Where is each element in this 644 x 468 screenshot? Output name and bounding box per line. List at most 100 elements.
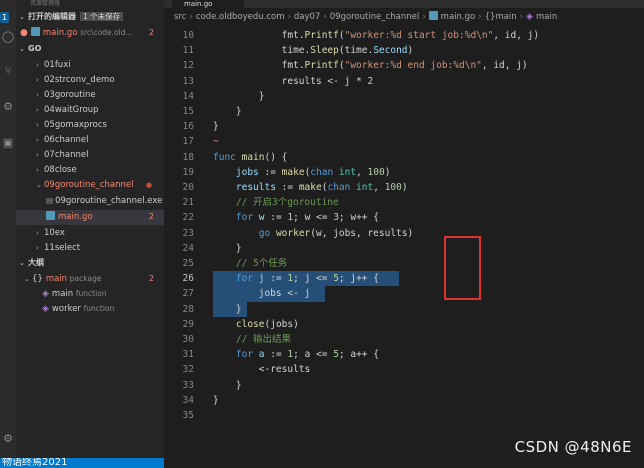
chevron-right-icon: › bbox=[36, 229, 39, 237]
code-token: := bbox=[264, 212, 288, 224]
code-line: // 开启3个goroutine bbox=[213, 195, 339, 210]
folder-item[interactable]: › 01fuxi bbox=[16, 58, 164, 73]
code-token: go bbox=[258, 227, 276, 239]
open-editor-main-go[interactable]: ● main.go src\code.old... 2 bbox=[16, 26, 164, 41]
source-control-icon[interactable]: ⑂ bbox=[1, 64, 15, 78]
code-token: , id, j) bbox=[493, 30, 540, 41]
search-icon[interactable]: ◯ bbox=[1, 30, 15, 44]
chevron-right-icon: › bbox=[478, 12, 482, 22]
breadcrumb-item[interactable]: day07 bbox=[294, 12, 320, 22]
function-icon: ◈ bbox=[42, 304, 49, 314]
extensions-icon[interactable]: ▣ bbox=[1, 136, 15, 150]
code-token: (w, jobs, results) bbox=[310, 227, 414, 239]
code-line: ~ bbox=[213, 134, 219, 149]
folder-item[interactable]: › 11select bbox=[16, 241, 164, 256]
code-line: // 输出结果 bbox=[213, 332, 291, 347]
line-number: 10 bbox=[182, 30, 194, 41]
line-number: 24 bbox=[182, 242, 194, 254]
tab-main-go[interactable]: main.go bbox=[172, 0, 244, 8]
folder-item[interactable]: › 08close bbox=[16, 163, 164, 178]
chevron-right-icon: › bbox=[189, 12, 193, 22]
code-token: } bbox=[213, 303, 242, 315]
chevron-right-icon: › bbox=[323, 12, 327, 22]
chevron-right-icon: › bbox=[36, 121, 39, 129]
breadcrumb-item[interactable]: main bbox=[536, 12, 557, 22]
outline-section[interactable]: ⌄ 大纲 bbox=[16, 256, 164, 269]
code-token: jobs <- j bbox=[258, 288, 311, 300]
go-file-icon bbox=[46, 211, 55, 220]
explorer-sidebar: 资源管理器 ⌄ 打开的编辑器 1 个未保存 ● main.go src\code.ol… bbox=[16, 0, 164, 468]
open-editors-label: 打开的编辑器 bbox=[28, 12, 76, 21]
line-number: 29 bbox=[182, 318, 194, 330]
line-number: 18 bbox=[182, 151, 194, 163]
settings-gear-icon[interactable]: ⚙ bbox=[1, 432, 15, 446]
folder-item[interactable]: › 07channel bbox=[16, 148, 164, 163]
file-item[interactable]: ▤ 09goroutine_channel.exe bbox=[16, 194, 164, 209]
breadcrumb-item[interactable]: code.oldboyedu.com bbox=[196, 12, 285, 22]
code-token: jobs bbox=[235, 166, 259, 178]
folder-item[interactable]: › 05gomaxprocs bbox=[16, 118, 164, 133]
code-token: } bbox=[213, 394, 219, 406]
file-item-selected[interactable]: main.go 2 bbox=[16, 210, 164, 225]
open-editors-section[interactable]: ⌄ 打开的编辑器 1 个未保存 bbox=[16, 10, 164, 23]
namespace-icon: {} bbox=[32, 274, 43, 284]
breadcrumb-item[interactable]: main.go bbox=[441, 12, 476, 22]
code-token: ) bbox=[384, 166, 391, 178]
folder-label: 09goroutine_channel bbox=[44, 180, 134, 190]
folder-item[interactable]: › 10ex bbox=[16, 226, 164, 241]
project-section[interactable]: ⌄ GO bbox=[16, 42, 164, 55]
debug-icon[interactable]: ⚙ bbox=[1, 100, 15, 114]
outline-item[interactable]: ◈ main function bbox=[16, 287, 164, 302]
code-token: Printf bbox=[304, 60, 339, 72]
line-number: 32 bbox=[182, 364, 194, 376]
folder-item-expanded[interactable]: ⌄ 09goroutine_channel ● bbox=[16, 178, 164, 193]
code-line: time.Sleep(time.Second) bbox=[213, 43, 414, 58]
code-token: chan bbox=[310, 166, 339, 178]
function-icon: ◈ bbox=[42, 289, 49, 299]
line-number: 11 bbox=[182, 45, 194, 57]
line-number: 15 bbox=[182, 106, 194, 117]
code-token: time bbox=[281, 45, 305, 57]
outline-item[interactable]: ⌄{} main package 2 bbox=[16, 272, 164, 287]
open-file-path: src\code.old... bbox=[80, 28, 133, 37]
code-line: jobs := make(chan int, 100) bbox=[213, 165, 391, 180]
folder-item[interactable]: › 02strconv_demo bbox=[16, 73, 164, 88]
folder-item[interactable]: › 03goroutine bbox=[16, 88, 164, 103]
file-label: 09goroutine_channel.exe bbox=[55, 196, 163, 206]
code-token: fmt bbox=[281, 60, 299, 72]
folder-label: 05gomaxprocs bbox=[44, 120, 107, 130]
chevron-right-icon: › bbox=[519, 12, 524, 22]
code-line: for j := 1; j <= 5; j++ { bbox=[213, 271, 379, 286]
breadcrumb-item[interactable]: 09goroutine_channel bbox=[330, 12, 420, 22]
line-number: 31 bbox=[182, 349, 194, 361]
code-line: for a := 1; a <= 5; a++ { bbox=[213, 347, 379, 362]
project-label: GO bbox=[28, 44, 42, 53]
outline-name: main bbox=[51, 289, 74, 299]
close-icon[interactable]: ● bbox=[20, 28, 28, 38]
line-number: 35 bbox=[182, 410, 194, 421]
breadcrumb-item[interactable]: src bbox=[174, 12, 186, 22]
folder-label: 07channel bbox=[44, 150, 89, 160]
line-number: 28 bbox=[182, 303, 194, 315]
code-token: fmt bbox=[281, 30, 299, 41]
outline-item[interactable]: ◈ worker function bbox=[16, 302, 164, 317]
editor-area: main.go src › code.oldboyedu.com › day07 › 09g… bbox=[164, 0, 644, 468]
code-line: jobs <- j bbox=[213, 286, 310, 301]
explorer-badge: 1 bbox=[0, 12, 9, 23]
code-line: func main() { bbox=[213, 150, 287, 165]
code-token: worker bbox=[275, 227, 311, 239]
chevron-right-icon: › bbox=[36, 151, 39, 159]
breadcrumb-item[interactable]: {}main bbox=[485, 12, 517, 22]
line-number: 20 bbox=[182, 182, 194, 193]
folder-label: 03goroutine bbox=[44, 90, 96, 100]
folder-item[interactable]: › 04waitGroup bbox=[16, 103, 164, 118]
folder-item[interactable]: › 06channel bbox=[16, 133, 164, 148]
code-token: := bbox=[264, 273, 288, 285]
